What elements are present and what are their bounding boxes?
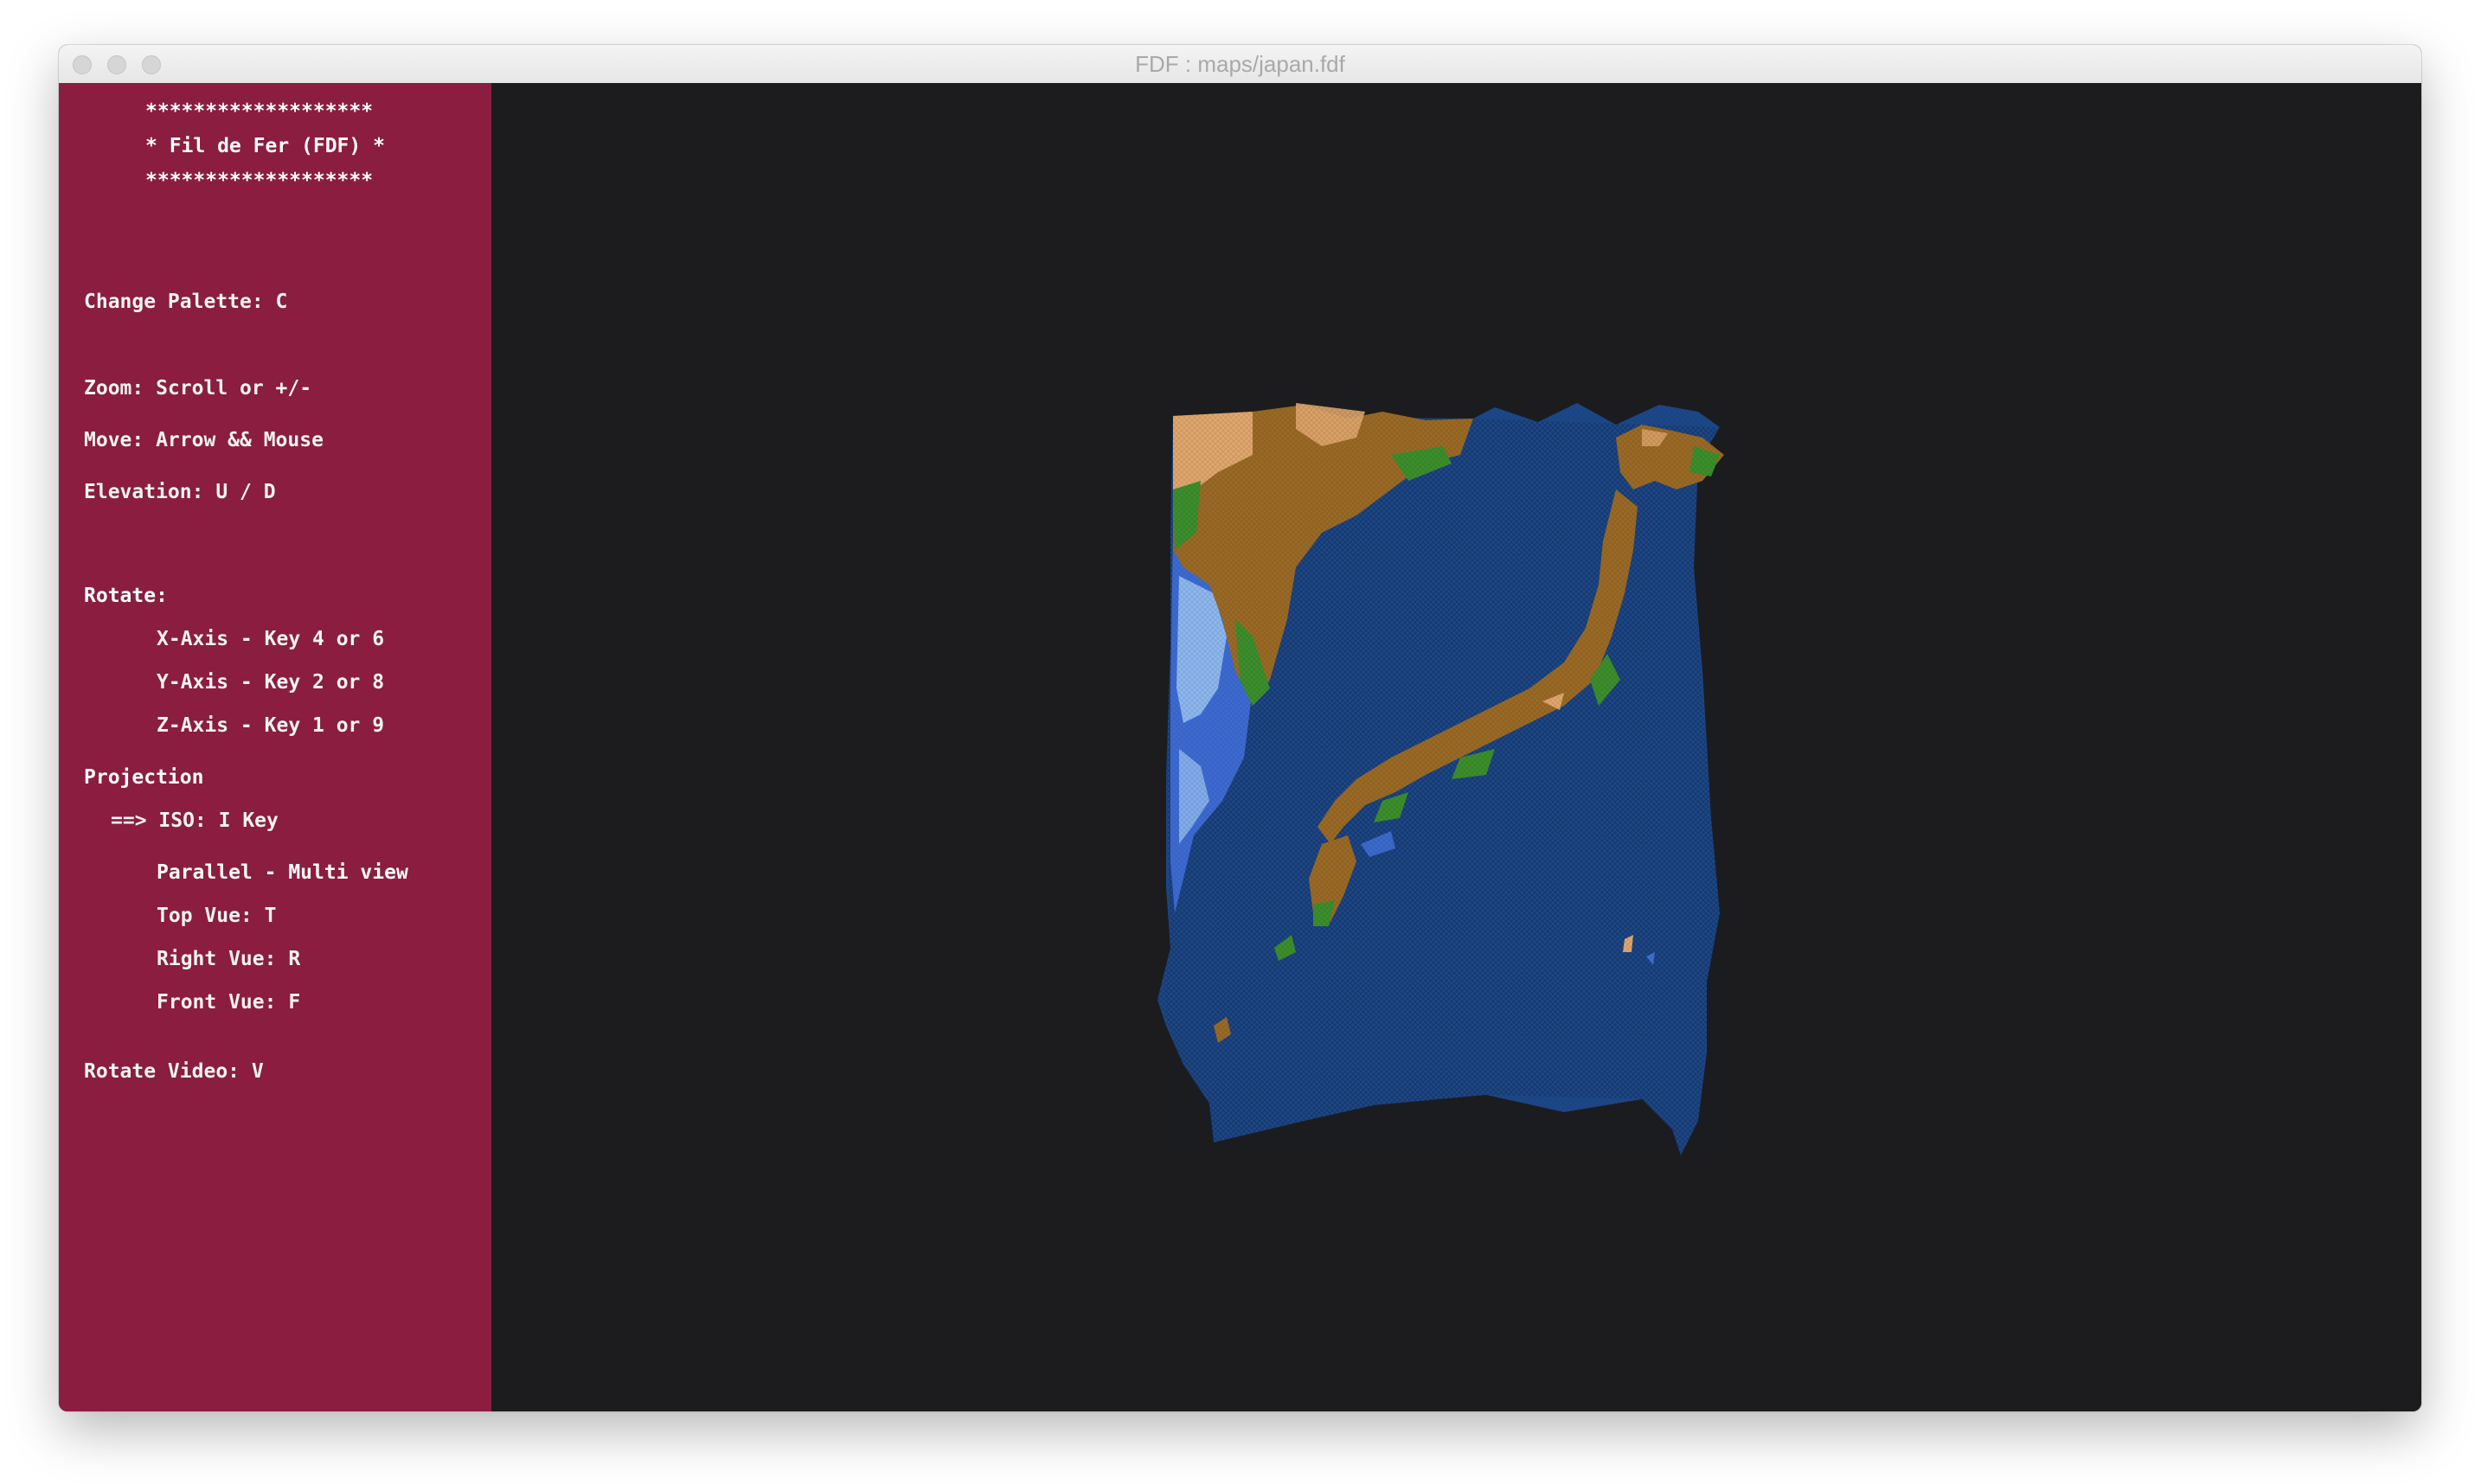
render-viewport[interactable] [491, 83, 2421, 1411]
front-view-hint: Front Vue: F [157, 991, 301, 1014]
banner-top: ******************* [145, 100, 374, 123]
app-window: FDF : maps/japan.fdf *******************… [59, 45, 2421, 1411]
top-view-hint: Top Vue: T [157, 905, 277, 927]
projection-header: Projection [84, 766, 204, 789]
elevation-hint: Elevation: U / D [84, 481, 276, 503]
rotate-y-hint: Y-Axis - Key 2 or 8 [157, 671, 385, 694]
projection-parallel-hint: Parallel - Multi view [157, 861, 408, 884]
projection-iso-hint: ==> ISO: I Key [111, 809, 279, 832]
banner-bottom: ******************* [145, 170, 374, 192]
terrain-wireframe-render [1157, 403, 1728, 1155]
window-title: FDF : maps/japan.fdf [1135, 51, 1345, 77]
banner-title: * Fil de Fer (FDF) * [145, 135, 385, 157]
controls-sidebar: ******************* * Fil de Fer (FDF) *… [59, 83, 491, 1411]
change-palette-hint: Change Palette: C [84, 291, 288, 313]
move-hint: Move: Arrow && Mouse [84, 429, 324, 451]
rotate-video-hint: Rotate Video: V [84, 1060, 264, 1083]
title-bar[interactable]: FDF : maps/japan.fdf [59, 45, 2421, 84]
rotate-x-hint: X-Axis - Key 4 or 6 [157, 628, 385, 650]
zoom-hint: Zoom: Scroll or +/- [84, 377, 312, 400]
rotate-z-hint: Z-Axis - Key 1 or 9 [157, 714, 385, 737]
rotate-header: Rotate: [84, 585, 168, 607]
right-view-hint: Right Vue: R [157, 948, 301, 970]
